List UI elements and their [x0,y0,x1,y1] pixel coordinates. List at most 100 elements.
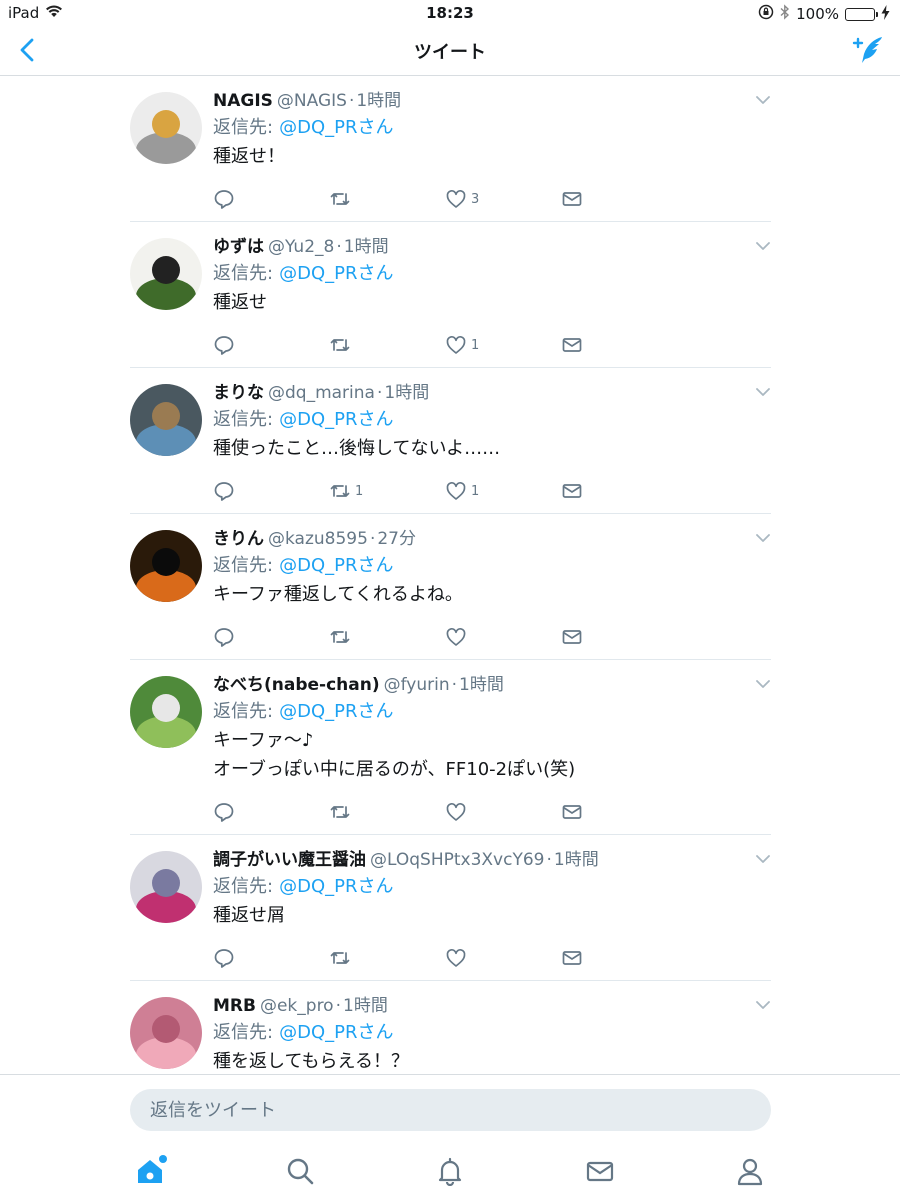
direct-message-button[interactable] [561,334,677,356]
reply-icon [214,803,234,822]
tweet-row[interactable]: きりん @kazu8595 · 27分 返信先: @DQ_PRさん キーファ種返してくれ… [130,514,771,660]
tweet-row[interactable]: なべち(nabe-chan) @fyurin · 1時間 返信先: @DQ_PRさん キ… [130,660,771,835]
direct-message-icon [562,338,582,352]
reply-to-mention[interactable]: @DQ_PRさん [279,117,393,138]
retweet-icon [330,485,350,497]
tab-messages[interactable] [585,1156,615,1186]
user-handle[interactable]: @fyurin [384,675,450,695]
reply-to-line: 返信先: @DQ_PRさん [213,1018,741,1047]
avatar[interactable] [130,997,202,1069]
like-button[interactable] [445,801,561,823]
user-handle[interactable]: @LOqSHPtx3XvcY69 [370,850,544,870]
reply-button[interactable] [213,626,329,648]
tweet-time[interactable]: 1時間 [344,237,389,257]
user-display-name[interactable]: まりな [213,383,264,403]
reply-to-mention[interactable]: @DQ_PRさん [279,701,393,722]
avatar-image [130,92,202,164]
tab-profile[interactable] [735,1156,765,1186]
like-button[interactable]: 3 [445,188,561,210]
reply-to-mention[interactable]: @DQ_PRさん [279,555,393,576]
user-display-name[interactable]: きりん [213,529,264,549]
separator-dot: · [336,237,342,257]
avatar[interactable] [130,851,202,923]
retweet-button[interactable] [329,801,445,823]
tweet-row[interactable]: MRB @ek_pro · 1時間 返信先: @DQ_PRさん 種を返してもらえる！？ [130,981,771,1074]
user-display-name[interactable]: MRB [213,996,256,1016]
retweet-button[interactable] [329,947,445,969]
retweet-button[interactable]: 1 [329,480,445,502]
tweet-row[interactable]: NAGIS @NAGIS · 1時間 返信先: @DQ_PRさん 種返せ！ 3 [130,76,771,222]
reply-to-mention[interactable]: @DQ_PRさん [279,263,393,284]
tab-home[interactable] [135,1155,167,1186]
user-handle[interactable]: @Yu2_8 [268,237,334,257]
reply-to-line: 返信先: @DQ_PRさん [213,551,741,580]
avatar[interactable] [130,676,202,748]
tab-notifications[interactable] [435,1156,465,1186]
reply-to-mention[interactable]: @DQ_PRさん [279,876,393,897]
like-button[interactable]: 1 [445,480,561,502]
direct-message-button[interactable] [561,480,677,502]
reply-button[interactable] [213,188,329,210]
user-display-name[interactable]: なべち(nabe-chan) [213,675,380,695]
chevron-down-icon[interactable] [755,999,771,1011]
like-button[interactable]: 1 [445,334,561,356]
user-display-name[interactable]: ゆずは [213,237,264,257]
retweet-icon [330,193,350,205]
retweet-button[interactable] [329,188,445,210]
chevron-down-icon[interactable] [755,532,771,544]
tweet-time[interactable]: 1時間 [384,383,429,403]
tweet-row[interactable]: ゆずは @Yu2_8 · 1時間 返信先: @DQ_PRさん 種返せ 1 [130,222,771,368]
like-button[interactable] [445,626,561,648]
tweet-time[interactable]: 1時間 [459,675,504,695]
user-handle[interactable]: @ek_pro [260,996,334,1016]
tweet-body: きりん @kazu8595 · 27分 返信先: @DQ_PRさん キーファ種返してくれ… [213,514,771,659]
direct-message-button[interactable] [561,626,677,648]
tweet-time[interactable]: 1時間 [554,850,599,870]
retweet-button[interactable] [329,334,445,356]
reply-button[interactable] [213,334,329,356]
chevron-down-icon[interactable] [755,240,771,252]
user-handle[interactable]: @dq_marina [268,383,375,403]
tweet-time[interactable]: 27分 [377,529,416,549]
retweet-button[interactable] [329,626,445,648]
user-display-name[interactable]: NAGIS [213,91,273,111]
avatar[interactable] [130,530,202,602]
compose-tweet-button[interactable] [852,34,886,66]
reply-feed[interactable]: NAGIS@NAGIS·1時間 返信先:@DQ_PRさん 種返せ！ 3 [130,76,771,1074]
reply-to-line: 返信先: @DQ_PRさん [213,259,741,288]
like-count: 1 [471,483,480,499]
reply-to-mention[interactable]: @DQ_PRさん [279,1022,393,1043]
chevron-down-icon[interactable] [755,678,771,690]
tweet-text: 種返せ [213,292,267,313]
direct-message-button[interactable] [561,947,677,969]
reply-to-line: 返信先: @DQ_PRさん [213,872,741,901]
user-handle[interactable]: @NAGIS [277,91,347,111]
avatar[interactable] [130,92,202,164]
chevron-down-icon[interactable] [755,853,771,865]
reply-to-line: 返信先: @DQ_PRさん [213,697,741,726]
status-right: 100% [758,4,890,24]
chevron-down-icon[interactable] [755,94,771,106]
tweet-time[interactable]: 1時間 [343,996,388,1016]
chevron-down-icon[interactable] [755,386,771,398]
tweet-actions: 1 [213,323,741,367]
user-handle[interactable]: @kazu8595 [268,529,368,549]
reply-button[interactable] [213,480,329,502]
reply-button[interactable] [213,801,329,823]
avatar[interactable] [130,384,202,456]
direct-message-button[interactable] [561,188,677,210]
reply-to-label: 返信先: [213,117,274,138]
reply-input[interactable] [130,1089,771,1131]
tweet-row[interactable]: 調子がいい魔王醤油 @LOqSHPtx3XvcY69 · 1時間 返信先: @DQ_PR… [130,835,771,981]
user-display-name[interactable]: 調子がいい魔王醤油 [213,850,366,870]
like-button[interactable] [445,947,561,969]
direct-message-button[interactable] [561,801,677,823]
tweet-text: キーファ～♪ オーブっぽい中に居るのが、FF10-2ぽい(笑) [213,730,576,780]
reply-button[interactable] [213,947,329,969]
reply-to-mention[interactable]: @DQ_PRさん [279,409,393,430]
tweet-time[interactable]: 1時間 [356,91,401,111]
bluetooth-icon [780,4,790,24]
avatar[interactable] [130,238,202,310]
tweet-row[interactable]: まりな @dq_marina · 1時間 返信先: @DQ_PRさん 種使ったこと…後悔… [130,368,771,514]
tab-search[interactable] [285,1156,315,1186]
